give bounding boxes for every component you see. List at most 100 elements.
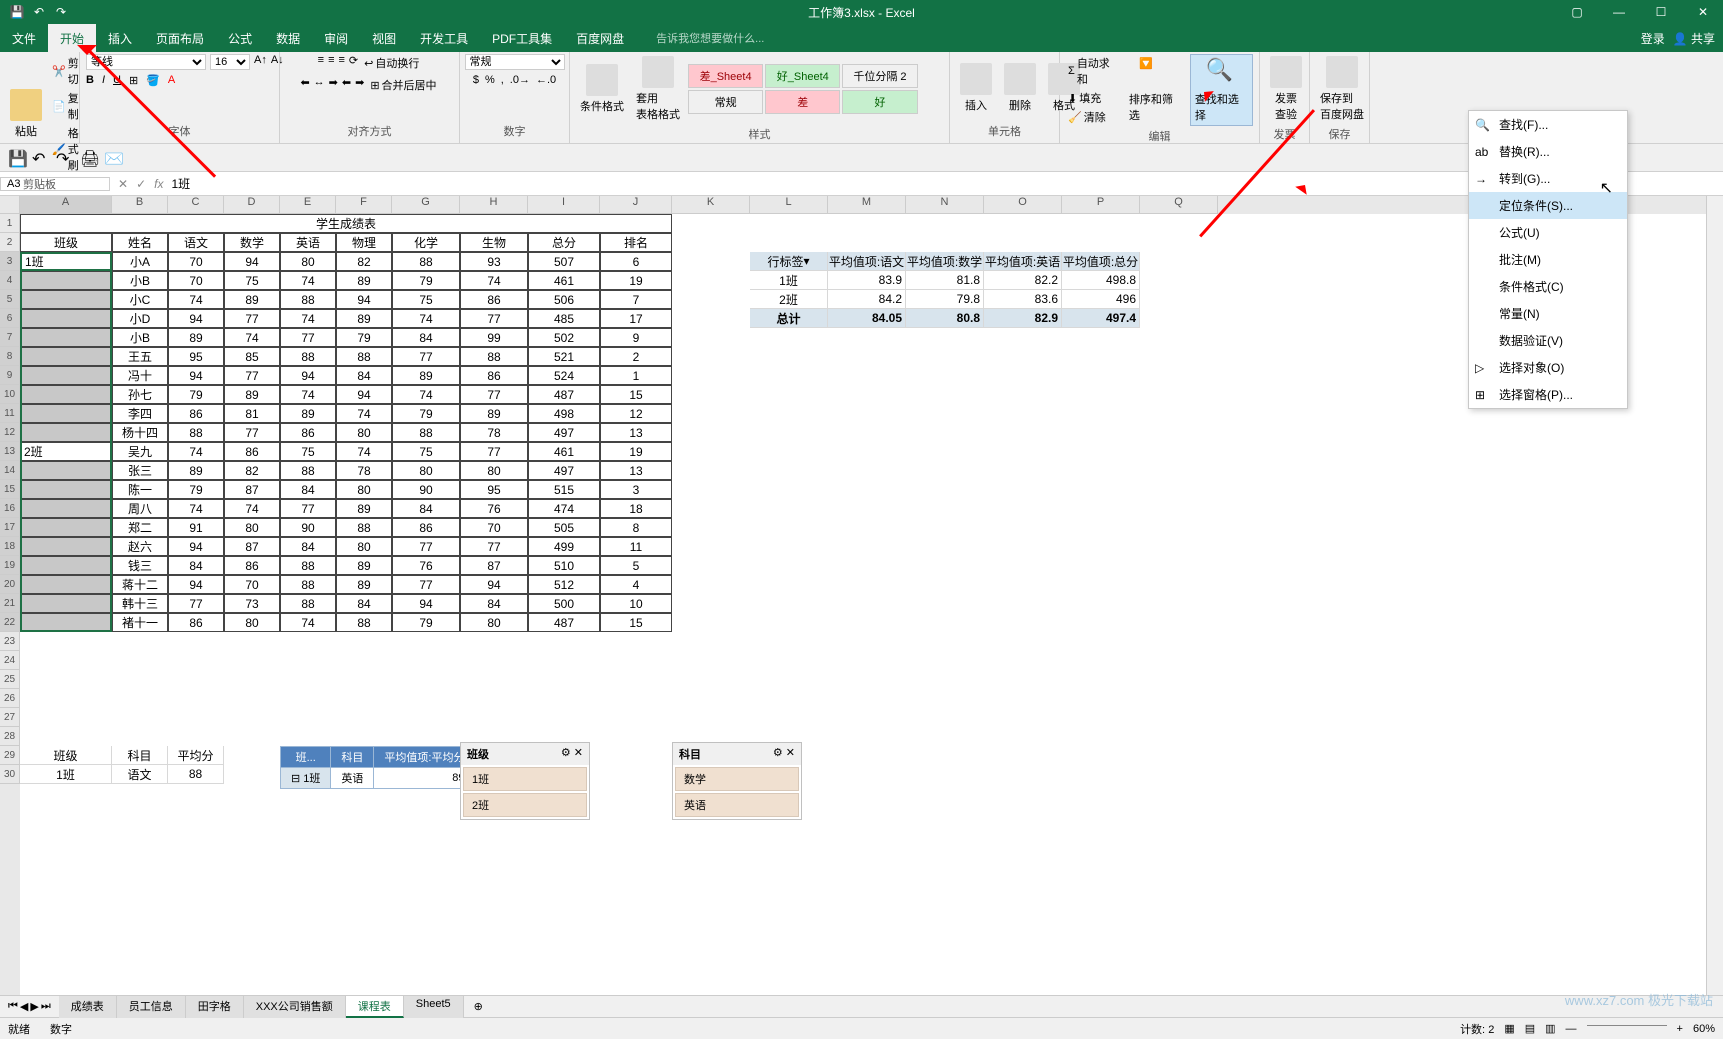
save-netdisk-button[interactable]: 保存到 百度网盘 [1316,54,1368,124]
cell[interactable]: 小B [112,328,168,347]
col-header[interactable]: L [750,196,828,214]
cell[interactable]: 80 [460,613,528,632]
row-header[interactable]: 17 [0,518,20,537]
cut-button[interactable]: ✂️剪切 [50,54,81,88]
select-all-corner[interactable] [0,196,20,214]
cell[interactable]: 507 [528,252,600,271]
col-header[interactable]: A [20,196,112,214]
cell[interactable]: 88 [280,290,336,309]
cell[interactable]: 474 [528,499,600,518]
font-color-button[interactable]: A [168,74,175,87]
zoom-slider[interactable] [1587,1025,1667,1026]
ribbon-tab-文件[interactable]: 文件 [0,24,48,52]
underline-button[interactable]: U [113,74,121,87]
row-header[interactable]: 9 [0,366,20,385]
cell[interactable] [20,461,112,480]
cell[interactable]: 郑二 [112,518,168,537]
cell[interactable]: 87 [224,537,280,556]
sheet-tab[interactable]: 员工信息 [117,996,186,1018]
orientation-icon[interactable]: ⟳ [349,54,358,72]
cell[interactable]: 74 [460,271,528,290]
find-menu-item[interactable]: 常量(N) [1469,300,1627,327]
cell[interactable]: 84.05 [828,309,906,328]
row-header[interactable]: 4 [0,271,20,290]
cell[interactable]: 89 [460,404,528,423]
zoom-level[interactable]: 60% [1693,1023,1715,1035]
ribbon-tab-百度网盘[interactable]: 百度网盘 [564,24,636,52]
indent-decrease-icon[interactable]: ⬅ [342,76,351,94]
cell[interactable]: 数学 [224,233,280,252]
clear-button[interactable]: 🧹清除 [1066,108,1121,126]
cell[interactable]: 502 [528,328,600,347]
cell[interactable]: 91 [168,518,224,537]
cell[interactable]: 496 [1062,290,1140,309]
cell[interactable]: 512 [528,575,600,594]
cell[interactable]: 84 [392,328,460,347]
cell[interactable]: 88 [280,556,336,575]
cell[interactable] [20,518,112,537]
cell[interactable]: 15 [600,613,672,632]
email-icon[interactable]: ✉️ [104,149,122,167]
cell[interactable]: 88 [336,613,392,632]
cell[interactable]: 487 [528,613,600,632]
row-header[interactable]: 11 [0,404,20,423]
row-header[interactable]: 15 [0,480,20,499]
find-menu-item[interactable]: 🔍查找(F)... [1469,111,1627,138]
cell[interactable]: 86 [224,442,280,461]
row-header[interactable]: 3 [0,252,20,271]
row-header[interactable]: 10 [0,385,20,404]
cell[interactable] [20,594,112,613]
cell[interactable]: 物理 [336,233,392,252]
row-header[interactable]: 14 [0,461,20,480]
ribbon-tab-公式[interactable]: 公式 [216,24,264,52]
sheet-tab[interactable]: Sheet5 [404,996,464,1018]
cell[interactable]: 80 [336,537,392,556]
cell[interactable]: 77 [392,537,460,556]
cell[interactable]: 75 [224,271,280,290]
cell[interactable]: 4 [600,575,672,594]
minimize-icon[interactable]: — [1599,0,1639,24]
cell[interactable] [20,537,112,556]
cell[interactable]: 77 [392,575,460,594]
cell[interactable]: 498 [528,404,600,423]
cell[interactable]: 84 [392,499,460,518]
cell[interactable] [20,423,112,442]
cell[interactable]: 94 [168,537,224,556]
cell[interactable]: 90 [392,480,460,499]
close-icon[interactable]: ✕ [1683,0,1723,24]
cell[interactable]: 79 [336,328,392,347]
vertical-scrollbar[interactable] [1706,196,1723,995]
cell[interactable]: 88 [336,347,392,366]
cell[interactable]: 99 [460,328,528,347]
format-painter-button[interactable]: 🖌️格式刷 [50,124,81,174]
row-header[interactable]: 30 [0,765,20,784]
cell[interactable]: 89 [224,385,280,404]
col-header[interactable]: O [984,196,1062,214]
cell[interactable]: 88 [460,347,528,366]
cell[interactable]: 94 [392,594,460,613]
cell[interactable]: 88 [392,252,460,271]
wrap-text-button[interactable]: ↩自动换行 [362,54,421,72]
cell[interactable]: 80 [460,461,528,480]
cell[interactable]: 89 [336,575,392,594]
cell[interactable]: 赵六 [112,537,168,556]
col-header[interactable]: K [672,196,750,214]
cell[interactable]: 76 [392,556,460,575]
cell[interactable]: 行标签 ▾ [750,252,828,271]
cell[interactable]: 524 [528,366,600,385]
cell[interactable]: 蒋十二 [112,575,168,594]
cell[interactable]: 陈一 [112,480,168,499]
row-header[interactable]: 16 [0,499,20,518]
cell[interactable]: 515 [528,480,600,499]
cell[interactable]: 84 [280,480,336,499]
cell[interactable]: 排名 [600,233,672,252]
cell[interactable]: 77 [460,537,528,556]
confirm-formula-icon[interactable]: ✓ [136,177,146,191]
cell[interactable]: 平均值项:总分 [1062,252,1140,271]
find-menu-item[interactable]: 数据验证(V) [1469,327,1627,354]
row-header[interactable]: 5 [0,290,20,309]
row-header[interactable]: 2 [0,233,20,252]
row-header[interactable]: 13 [0,442,20,461]
view-normal-icon[interactable]: ▦ [1504,1022,1514,1035]
cell[interactable] [20,575,112,594]
